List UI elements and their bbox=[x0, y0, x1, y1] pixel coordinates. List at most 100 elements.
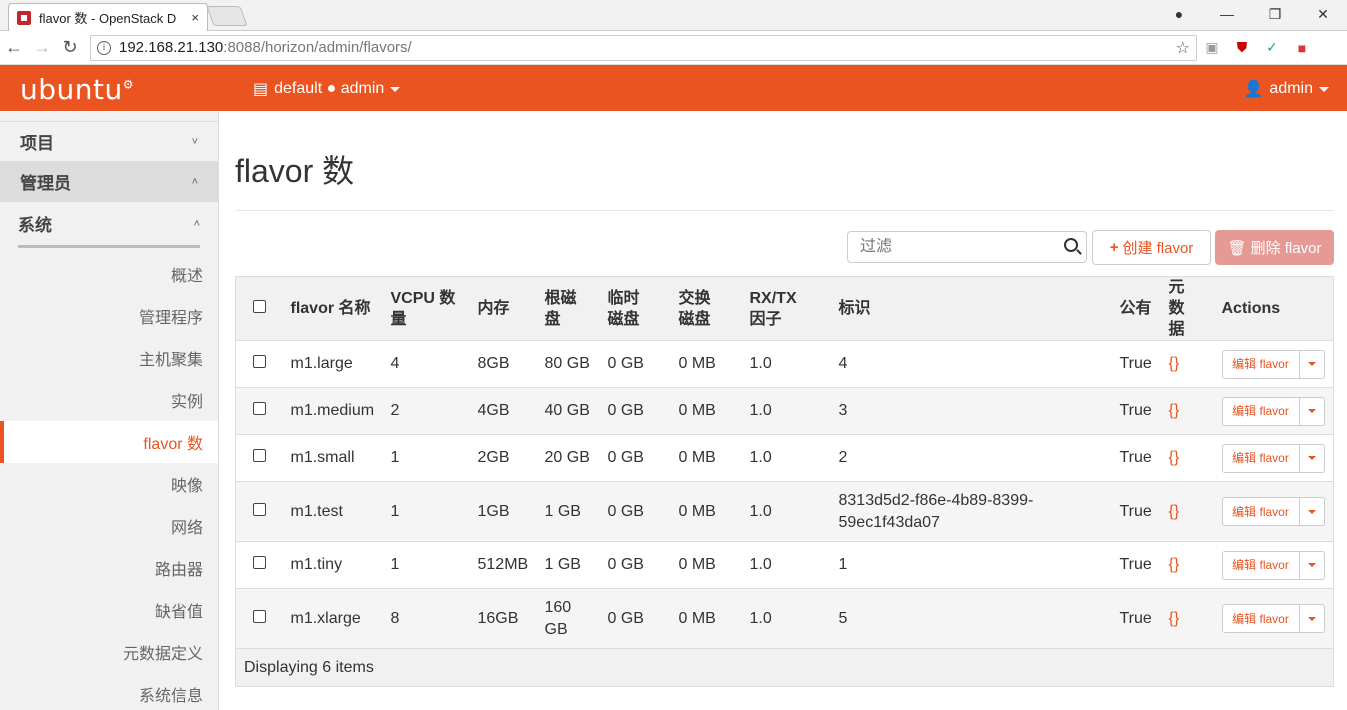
row-actions-dropdown[interactable] bbox=[1299, 349, 1325, 379]
row-actions-dropdown[interactable] bbox=[1299, 604, 1325, 633]
flavors-table: flavor 名称 VCPU 数量 内存 根磁盘 临时磁盘 交换磁盘 RX/TX… bbox=[235, 276, 1334, 687]
col-metadata[interactable]: 元数据 bbox=[1161, 277, 1214, 341]
reload-icon[interactable]: ↻ bbox=[56, 37, 84, 58]
filter-box[interactable] bbox=[847, 231, 1087, 263]
translate-extension-icon[interactable]: ✓ bbox=[1257, 39, 1287, 56]
shield-extension-icon[interactable]: ⛊ bbox=[1227, 39, 1257, 56]
filter-input[interactable] bbox=[860, 238, 1060, 256]
id-cell: 5 bbox=[838, 609, 848, 627]
sidebar-section-project[interactable]: 项目 ˅ bbox=[0, 122, 218, 162]
forward-icon[interactable]: → bbox=[28, 37, 56, 58]
back-icon[interactable]: ← bbox=[0, 37, 28, 58]
col-name[interactable]: flavor 名称 bbox=[283, 277, 383, 341]
new-tab-button[interactable] bbox=[206, 6, 248, 26]
col-rxtx-factor[interactable]: RX/TX 因子 bbox=[742, 277, 831, 341]
row-actions: 编辑 flavor bbox=[1221, 550, 1326, 580]
sidebar-item-images[interactable]: 映像 bbox=[0, 463, 218, 505]
edit-flavor-button[interactable]: 编辑 flavor bbox=[1221, 443, 1300, 473]
caret-down-icon bbox=[390, 86, 401, 92]
sidebar-section-admin[interactable]: 管理员 ˄ bbox=[0, 162, 218, 202]
search-icon[interactable] bbox=[1064, 238, 1078, 252]
metadata-link[interactable]: {} bbox=[1161, 589, 1214, 649]
sidebar-item-defaults[interactable]: 缺省值 bbox=[0, 589, 218, 631]
metadata-link[interactable]: {} bbox=[1161, 542, 1214, 589]
flavor-name-cell: m1.large bbox=[290, 355, 353, 372]
ubuntu-logo[interactable]: ubuntu⚙ bbox=[20, 73, 134, 106]
swap-disk-cell: 0 MB bbox=[678, 556, 716, 573]
id-cell: 3 bbox=[838, 402, 848, 419]
row-checkbox[interactable] bbox=[253, 609, 266, 623]
public-cell: True bbox=[1119, 449, 1152, 466]
metadata-link[interactable]: {} bbox=[1161, 482, 1214, 542]
row-checkbox[interactable] bbox=[253, 355, 266, 368]
url-input[interactable]: i 192.168.21.130 :8088/horizon/admin/fla… bbox=[90, 34, 1197, 61]
col-root-disk[interactable]: 根磁盘 bbox=[537, 277, 600, 341]
col-ram[interactable]: 内存 bbox=[470, 277, 537, 341]
url-path: :8088/horizon/admin/flavors/ bbox=[223, 39, 412, 56]
profile-icon[interactable]: ● bbox=[1155, 6, 1203, 22]
metadata-link[interactable]: {} bbox=[1161, 341, 1214, 388]
sidebar: 项目 ˅ 管理员 ˄ 系统 ˄ 概述 管理程序 主机聚集 实例 flavor 数… bbox=[0, 112, 219, 710]
edit-flavor-button[interactable]: 编辑 flavor bbox=[1221, 396, 1300, 426]
rxtx-cell: 1.0 bbox=[749, 449, 772, 466]
sidebar-item-host-aggregates[interactable]: 主机聚集 bbox=[0, 337, 218, 379]
row-actions-dropdown[interactable] bbox=[1299, 396, 1325, 426]
edit-flavor-button[interactable]: 编辑 flavor bbox=[1221, 349, 1300, 379]
sidebar-item-system-info[interactable]: 系统信息 bbox=[0, 673, 218, 710]
row-checkbox[interactable] bbox=[253, 449, 266, 462]
sidebar-section-system[interactable]: 系统 ˄ bbox=[18, 202, 200, 248]
google-extension-icon[interactable]: ■ bbox=[1287, 40, 1317, 56]
edit-flavor-button[interactable]: 编辑 flavor bbox=[1221, 604, 1300, 633]
sidebar-item-metadata-definitions[interactable]: 元数据定义 bbox=[0, 631, 218, 673]
root-disk-cell: 1 GB bbox=[544, 556, 581, 573]
ephemeral-disk-cell: 0 GB bbox=[607, 402, 644, 419]
edit-flavor-button[interactable]: 编辑 flavor bbox=[1221, 550, 1300, 580]
root-disk-cell: 40 GB bbox=[544, 402, 590, 419]
root-disk-cell: 80 GB bbox=[544, 355, 590, 372]
extension-icon[interactable]: ▣ bbox=[1197, 39, 1227, 56]
sidebar-item-flavors[interactable]: flavor 数 bbox=[0, 421, 218, 463]
public-cell: True bbox=[1119, 402, 1152, 419]
rxtx-cell: 1.0 bbox=[749, 502, 772, 520]
sidebar-item-overview[interactable]: 概述 bbox=[0, 253, 218, 295]
row-actions: 编辑 flavor bbox=[1221, 443, 1326, 473]
sidebar-item-routers[interactable]: 路由器 bbox=[0, 547, 218, 589]
row-checkbox[interactable] bbox=[253, 556, 266, 569]
project-selector[interactable]: ▤ default ● admin bbox=[253, 79, 401, 99]
minimize-button[interactable]: — bbox=[1203, 6, 1251, 22]
metadata-link[interactable]: {} bbox=[1161, 435, 1214, 482]
bookmark-star-icon[interactable]: ☆ bbox=[1176, 38, 1190, 58]
row-actions-dropdown[interactable] bbox=[1299, 550, 1325, 580]
tab-close-icon[interactable]: × bbox=[191, 10, 199, 25]
delete-flavor-button[interactable]: 🗑 删除 flavor bbox=[1215, 230, 1334, 265]
edit-flavor-button[interactable]: 编辑 flavor bbox=[1221, 497, 1300, 526]
ephemeral-disk-cell: 0 GB bbox=[607, 355, 644, 372]
row-checkbox[interactable] bbox=[253, 402, 266, 415]
row-actions-dropdown[interactable] bbox=[1299, 497, 1325, 526]
close-window-button[interactable]: ✕ bbox=[1299, 6, 1347, 23]
maximize-button[interactable]: ❐ bbox=[1251, 6, 1299, 23]
select-all-checkbox[interactable] bbox=[253, 300, 266, 313]
row-actions: 编辑 flavor bbox=[1221, 396, 1326, 426]
col-public[interactable]: 公有 bbox=[1112, 277, 1161, 341]
metadata-link[interactable]: {} bbox=[1161, 388, 1214, 435]
flavor-name-cell: m1.small bbox=[290, 449, 355, 466]
sidebar-item-hypervisors[interactable]: 管理程序 bbox=[0, 295, 218, 337]
user-menu[interactable]: 👤 admin bbox=[1244, 79, 1329, 99]
rxtx-cell: 1.0 bbox=[749, 556, 772, 573]
create-flavor-button[interactable]: + 创建 flavor bbox=[1092, 230, 1211, 265]
id-cell: 1 bbox=[838, 556, 848, 573]
swap-disk-cell: 0 MB bbox=[678, 402, 716, 419]
rxtx-cell: 1.0 bbox=[749, 609, 772, 627]
col-vcpus[interactable]: VCPU 数量 bbox=[383, 277, 470, 341]
flavor-name-cell: m1.xlarge bbox=[290, 609, 361, 627]
sidebar-item-instances[interactable]: 实例 bbox=[0, 379, 218, 421]
col-swap-disk[interactable]: 交换磁盘 bbox=[671, 277, 742, 341]
info-icon[interactable]: i bbox=[97, 40, 111, 55]
row-checkbox[interactable] bbox=[253, 502, 266, 516]
col-id[interactable]: 标识 bbox=[831, 277, 1112, 341]
col-ephemeral-disk[interactable]: 临时磁盘 bbox=[600, 277, 671, 341]
browser-tab[interactable]: flavor 数 - OpenStack D × bbox=[8, 3, 208, 31]
sidebar-item-networks[interactable]: 网络 bbox=[0, 505, 218, 547]
row-actions-dropdown[interactable] bbox=[1299, 443, 1325, 473]
